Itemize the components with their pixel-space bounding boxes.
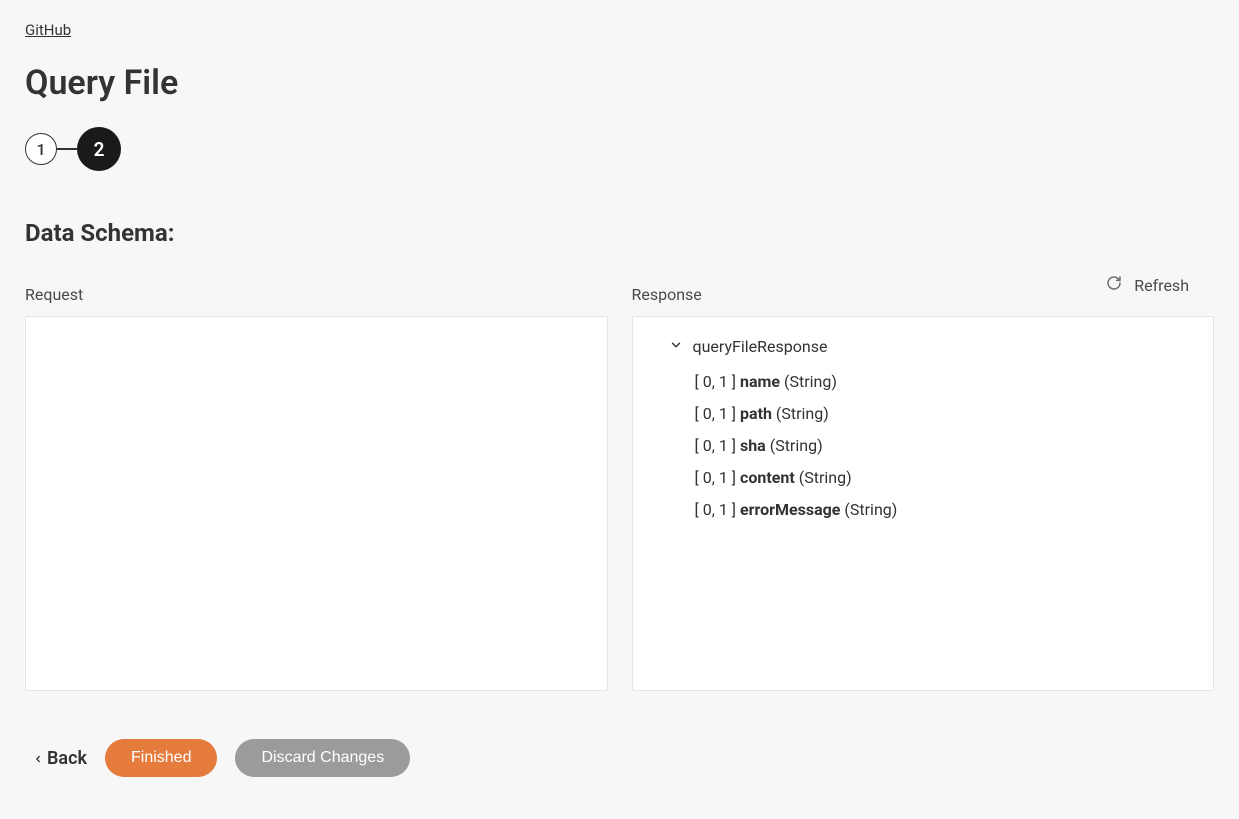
discard-changes-button[interactable]: Discard Changes xyxy=(235,739,410,777)
page-title: Query File xyxy=(25,63,1214,103)
response-panel[interactable]: queryFileResponse [ 0, 1 ] name (String)… xyxy=(632,316,1215,691)
field-cardinality: [ 0, 1 ] xyxy=(695,404,737,423)
step-2[interactable]: 2 xyxy=(77,127,121,171)
response-label: Response xyxy=(632,285,1215,304)
field-type-label: (String) xyxy=(799,468,852,487)
chevron-down-icon xyxy=(669,337,683,356)
field-cardinality: [ 0, 1 ] xyxy=(695,436,737,455)
tree-field-content[interactable]: [ 0, 1 ] content (String) xyxy=(695,462,1194,494)
field-type-label: (String) xyxy=(784,372,837,391)
finished-button[interactable]: Finished xyxy=(105,739,217,777)
tree-root-queryfileresponse[interactable]: queryFileResponse xyxy=(669,337,1194,356)
field-cardinality: [ 0, 1 ] xyxy=(695,372,737,391)
step-1[interactable]: 1 xyxy=(25,133,57,165)
tree-field-sha[interactable]: [ 0, 1 ] sha (String) xyxy=(695,430,1194,462)
tree-children: [ 0, 1 ] name (String) [ 0, 1 ] path (St… xyxy=(669,366,1194,526)
field-name-label: content xyxy=(740,468,795,487)
tree-field-errormessage[interactable]: [ 0, 1 ] errorMessage (String) xyxy=(695,494,1194,526)
request-panel[interactable] xyxy=(25,316,608,691)
tree-field-name[interactable]: [ 0, 1 ] name (String) xyxy=(695,366,1194,398)
field-name-label: errorMessage xyxy=(740,500,840,519)
field-cardinality: [ 0, 1 ] xyxy=(695,500,737,519)
response-panel-column: Response queryFileResponse [ 0, 1 ] nam xyxy=(632,285,1215,691)
schema-panels: Request Response queryFileResponse [ 0, … xyxy=(25,285,1214,691)
back-button[interactable]: Back xyxy=(33,748,87,769)
field-name-label: sha xyxy=(740,436,766,455)
field-cardinality: [ 0, 1 ] xyxy=(695,468,737,487)
section-title-data-schema: Data Schema: xyxy=(25,219,1214,247)
stepper: 1 2 xyxy=(25,127,1214,171)
back-label: Back xyxy=(47,748,87,769)
field-type-label: (String) xyxy=(770,436,823,455)
field-name-label: name xyxy=(740,372,780,391)
tree-field-path[interactable]: [ 0, 1 ] path (String) xyxy=(695,398,1194,430)
field-name-label: path xyxy=(740,404,772,423)
request-panel-column: Request xyxy=(25,285,608,691)
chevron-left-icon xyxy=(33,748,43,769)
field-type-label: (String) xyxy=(776,404,829,423)
schema-tree: queryFileResponse [ 0, 1 ] name (String)… xyxy=(633,317,1214,546)
step-connector xyxy=(57,148,77,150)
breadcrumb-github[interactable]: GitHub xyxy=(25,21,71,39)
footer-actions: Back Finished Discard Changes xyxy=(25,739,1214,777)
tree-root-label: queryFileResponse xyxy=(693,337,828,356)
request-label: Request xyxy=(25,285,608,304)
field-type-label: (String) xyxy=(844,500,897,519)
